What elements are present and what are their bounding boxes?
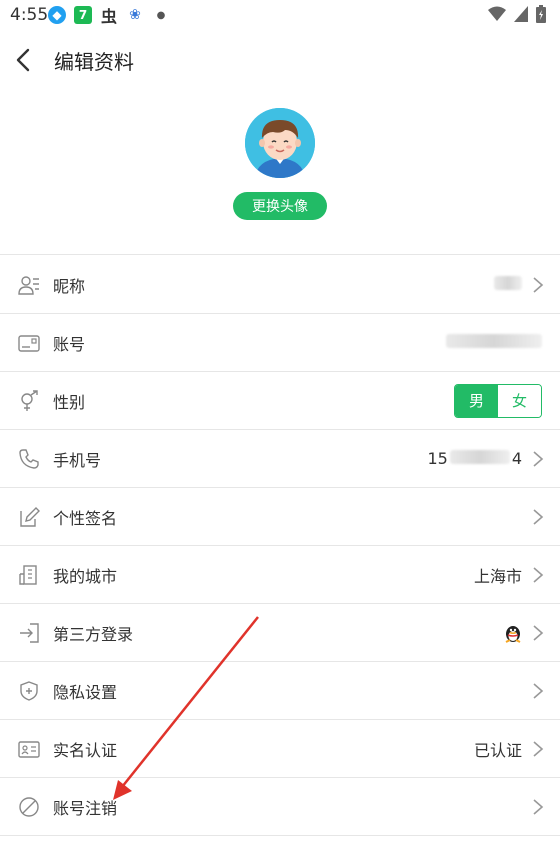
battery-icon: [536, 5, 546, 23]
gender-icon: [21, 389, 38, 411]
realname-status: 已认证: [473, 740, 522, 760]
row-third-party-login[interactable]: 第三方登录: [0, 604, 560, 662]
chevron-right-icon: [533, 450, 544, 467]
row-account-cancel[interactable]: 账号注销: [0, 778, 560, 836]
row-label: 账号: [53, 334, 86, 354]
row-label: 性别: [53, 392, 86, 412]
chevron-right-icon: [533, 798, 544, 815]
shield-icon: [20, 680, 38, 701]
back-arrow-icon[interactable]: [12, 46, 36, 74]
chevron-right-icon: [533, 566, 544, 583]
signal-icon: [514, 6, 528, 22]
row-phone[interactable]: 手机号 15 4: [0, 430, 560, 488]
dot-icon: ●: [156, 9, 166, 21]
chevron-right-icon: [533, 276, 544, 293]
edit-icon: [20, 506, 40, 527]
status-time: 4:55: [10, 5, 49, 25]
app-7-icon: 7: [74, 6, 92, 24]
status-bar: 4:55 ◆ 7 虫 ❀ ●: [0, 0, 560, 30]
row-label: 昵称: [53, 276, 86, 296]
row-nickname[interactable]: 昵称: [0, 256, 560, 314]
row-city[interactable]: 我的城市 上海市: [0, 546, 560, 604]
gender-option-male[interactable]: 男: [455, 384, 498, 417]
gender-option-female[interactable]: 女: [498, 384, 541, 417]
phone-value: 15 4: [427, 449, 522, 468]
qq-penguin-icon: [505, 625, 521, 643]
gender-toggle: 男 女: [454, 383, 542, 418]
id-card-icon: [18, 334, 40, 352]
login-icon: [20, 622, 39, 643]
row-signature[interactable]: 个性签名: [0, 488, 560, 546]
change-avatar-button[interactable]: 更换头像: [233, 192, 327, 220]
header-bar: 编辑资料: [0, 30, 560, 90]
row-privacy[interactable]: 隐私设置: [0, 662, 560, 720]
row-label: 我的城市: [53, 566, 118, 586]
id-verify-icon: [18, 740, 40, 758]
phone-suffix: 4: [511, 449, 522, 468]
chevron-right-icon: [533, 624, 544, 641]
chinese-char-icon: 虫: [100, 7, 117, 26]
row-account[interactable]: 账号: [0, 314, 560, 372]
phone-prefix: 15: [427, 449, 448, 468]
row-label: 实名认证: [53, 740, 118, 760]
building-icon: [19, 564, 37, 585]
row-label: 个性签名: [53, 508, 118, 528]
account-value-redacted: [446, 333, 542, 352]
wifi-icon: [488, 6, 506, 21]
qq-notification-icon: ◆: [48, 6, 66, 24]
avatar[interactable]: [245, 108, 315, 178]
avatar-cartoon-icon: [245, 108, 315, 178]
phone-icon: [19, 448, 39, 469]
user-card-icon: [18, 275, 39, 295]
row-label: 隐私设置: [53, 682, 118, 702]
nickname-value-redacted: [494, 275, 522, 294]
city-value: 上海市: [473, 566, 522, 586]
row-realname[interactable]: 实名认证 已认证: [0, 720, 560, 778]
chevron-right-icon: [533, 682, 544, 699]
baidu-paw-icon: ❀: [129, 7, 141, 23]
row-label: 第三方登录: [53, 624, 134, 644]
row-gender: 性别 男 女: [0, 372, 560, 430]
profile-settings-list: 昵称 账号 性别 男 女 手机号 15 4 个性签名 我的城市 上海市 第三方登…: [0, 256, 560, 836]
ban-icon: [19, 796, 39, 817]
divider: [0, 254, 560, 255]
chevron-right-icon: [533, 508, 544, 525]
chevron-right-icon: [533, 740, 544, 757]
row-label: 账号注销: [53, 798, 118, 818]
row-label: 手机号: [53, 450, 102, 470]
page-title: 编辑资料: [54, 50, 134, 74]
